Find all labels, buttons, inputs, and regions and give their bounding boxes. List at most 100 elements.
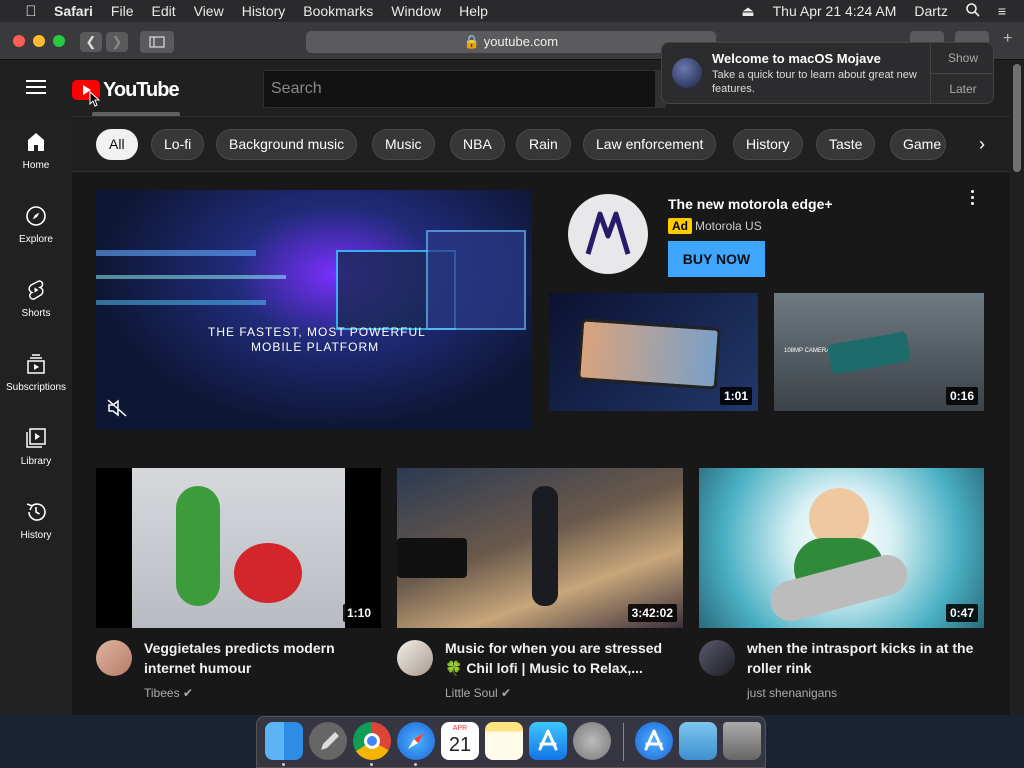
notification-center-icon[interactable]: ≡	[998, 3, 1006, 19]
minimize-window-button[interactable]	[33, 35, 45, 47]
motorola-avatar[interactable]	[568, 194, 648, 274]
notification-body: Take a quick tour to learn about great n…	[712, 69, 917, 95]
app-store-downloads-icon[interactable]	[635, 722, 673, 760]
video-1-channel[interactable]: Tibees ✔	[144, 686, 193, 700]
video-2-title[interactable]: Music for when you are stressed 🍀 Chil l…	[445, 638, 662, 678]
ad-clip-2-caption: 108MP CAMERA	[784, 348, 831, 354]
app-store-icon[interactable]	[529, 722, 567, 760]
mute-icon[interactable]	[106, 398, 128, 418]
guide-label-history: History	[20, 530, 52, 541]
chip-taste[interactable]: Taste	[816, 129, 876, 160]
guide-label-shorts: Shorts	[21, 308, 51, 319]
macos-dock: APR 21	[256, 716, 766, 768]
eject-icon[interactable]: ⏏	[741, 3, 754, 20]
video-thumbnail-2[interactable]: 3:42:02	[397, 468, 683, 628]
menu-file[interactable]: File	[111, 3, 134, 19]
menu-history[interactable]: History	[242, 3, 286, 19]
zoom-window-button[interactable]	[53, 35, 65, 47]
calendar-icon[interactable]: APR 21	[441, 722, 479, 760]
chip-history[interactable]: History	[733, 129, 803, 160]
notes-icon[interactable]	[485, 722, 523, 760]
youtube-logo[interactable]: YouTube	[72, 79, 180, 101]
history-icon	[26, 503, 46, 521]
address-bar[interactable]: 🔒 youtube.com	[306, 31, 716, 53]
guide-item-explore[interactable]: Explore	[0, 190, 72, 264]
menubar-clock[interactable]: Thu Apr 21 4:24 AM	[773, 3, 897, 19]
launchpad-icon[interactable]	[309, 722, 347, 760]
menu-view[interactable]: View	[194, 3, 224, 19]
back-button[interactable]: ❮	[80, 32, 102, 52]
finder-running-dot	[282, 763, 285, 766]
guide-item-home[interactable]: Home	[0, 116, 72, 190]
shorts-icon	[28, 280, 44, 300]
video-2-title-line1: Music for when you are stressed	[445, 640, 663, 656]
menu-help[interactable]: Help	[459, 3, 488, 19]
channel-avatar-3[interactable]	[699, 640, 735, 676]
page-scrollbar[interactable]	[1010, 60, 1024, 715]
video-thumbnail-3[interactable]: 0:47	[699, 468, 984, 628]
safari-dock-icon[interactable]	[397, 722, 435, 760]
search-input[interactable]: Search	[263, 70, 656, 108]
home-icon	[28, 133, 44, 151]
guide-item-subscriptions[interactable]: Subscriptions	[0, 338, 72, 412]
channel-avatar-1[interactable]	[96, 640, 132, 676]
guide-item-history[interactable]: History	[0, 486, 72, 560]
video-3-title[interactable]: when the intrasport kicks in at the roll…	[747, 638, 973, 678]
chevron-right-icon[interactable]: ›	[967, 129, 997, 160]
video-3-duration: 0:47	[945, 604, 978, 622]
guide-item-library[interactable]: Library	[0, 412, 72, 486]
menu-edit[interactable]: Edit	[151, 3, 175, 19]
video-1-title[interactable]: Veggietales predicts modern internet hum…	[144, 638, 335, 678]
ad-brand[interactable]: Motorola US	[695, 219, 762, 233]
video-3-channel[interactable]: just shenanigans	[747, 686, 837, 700]
video-1-duration: 1:10	[342, 604, 375, 622]
video-2-channel[interactable]: Little Soul ✔	[445, 686, 511, 700]
ad-clip-2-duration: 0:16	[945, 387, 978, 405]
apple-menu-icon[interactable]: 	[20, 3, 42, 20]
chrome-icon[interactable]	[353, 722, 391, 760]
dock-divider	[623, 723, 624, 761]
filter-chips-bar: All Lo-fi Background music Music NBA Rai…	[72, 116, 1010, 172]
menu-window[interactable]: Window	[391, 3, 441, 19]
macos-notification[interactable]: Welcome to macOS Mojave Take a quick tou…	[661, 42, 994, 104]
video-thumbnail-1[interactable]: 1:10	[96, 468, 381, 628]
finder-icon[interactable]	[265, 722, 303, 760]
sidebar-toggle-button[interactable]	[140, 31, 174, 53]
spotlight-icon[interactable]	[966, 2, 980, 20]
video-1-title-line2: internet humour	[144, 660, 252, 676]
forward-button[interactable]: ❯	[106, 32, 128, 52]
chip-all[interactable]: All	[96, 129, 138, 160]
trash-icon[interactable]	[723, 722, 761, 760]
chip-music[interactable]: Music	[372, 129, 435, 160]
channel-avatar-2[interactable]	[397, 640, 433, 676]
menubar-status: ⏏ Thu Apr 21 4:24 AM Dartz ≡	[741, 0, 1024, 22]
buy-now-button[interactable]: BUY NOW	[668, 241, 765, 277]
new-tab-icon[interactable]: +	[1003, 30, 1012, 48]
chip-law-enforcement[interactable]: Law enforcement	[583, 129, 717, 160]
ad-hero-video[interactable]: THE FASTEST, MOST POWERFUL MOBILE PLATFO…	[96, 190, 532, 430]
chip-game[interactable]: Game	[890, 129, 946, 160]
notification-show-button[interactable]: Show	[930, 43, 993, 74]
chip-nba[interactable]: NBA	[450, 129, 505, 160]
chip-lofi[interactable]: Lo-fi	[151, 129, 205, 160]
guide-item-shorts[interactable]: Shorts	[0, 264, 72, 338]
notification-later-button[interactable]: Later	[930, 74, 993, 103]
video-1-title-line1: Veggietales predicts modern	[144, 640, 335, 656]
video-2-duration: 3:42:02	[627, 604, 677, 622]
menu-app-name[interactable]: Safari	[54, 3, 93, 19]
more-options-icon[interactable]	[968, 190, 976, 210]
close-window-button[interactable]	[13, 35, 25, 47]
chip-background-music[interactable]: Background music	[216, 129, 358, 160]
ad-clip-1[interactable]: 1:01	[549, 293, 758, 411]
chip-rain[interactable]: Rain	[516, 129, 571, 160]
ad-clip-1-duration: 1:01	[719, 387, 752, 405]
video-1-channel-name: Tibees	[144, 686, 180, 700]
menubar-user[interactable]: Dartz	[914, 3, 947, 19]
scrollbar-thumb[interactable]	[1013, 64, 1021, 172]
downloads-folder-icon[interactable]	[679, 722, 717, 760]
menu-hamburger-icon[interactable]	[26, 80, 46, 94]
system-preferences-icon[interactable]	[573, 722, 611, 760]
menu-bookmarks[interactable]: Bookmarks	[303, 3, 373, 19]
ad-clip-2[interactable]: 108MP CAMERA 0:16	[774, 293, 984, 411]
ad-title[interactable]: The new motorola edge+	[668, 196, 833, 212]
